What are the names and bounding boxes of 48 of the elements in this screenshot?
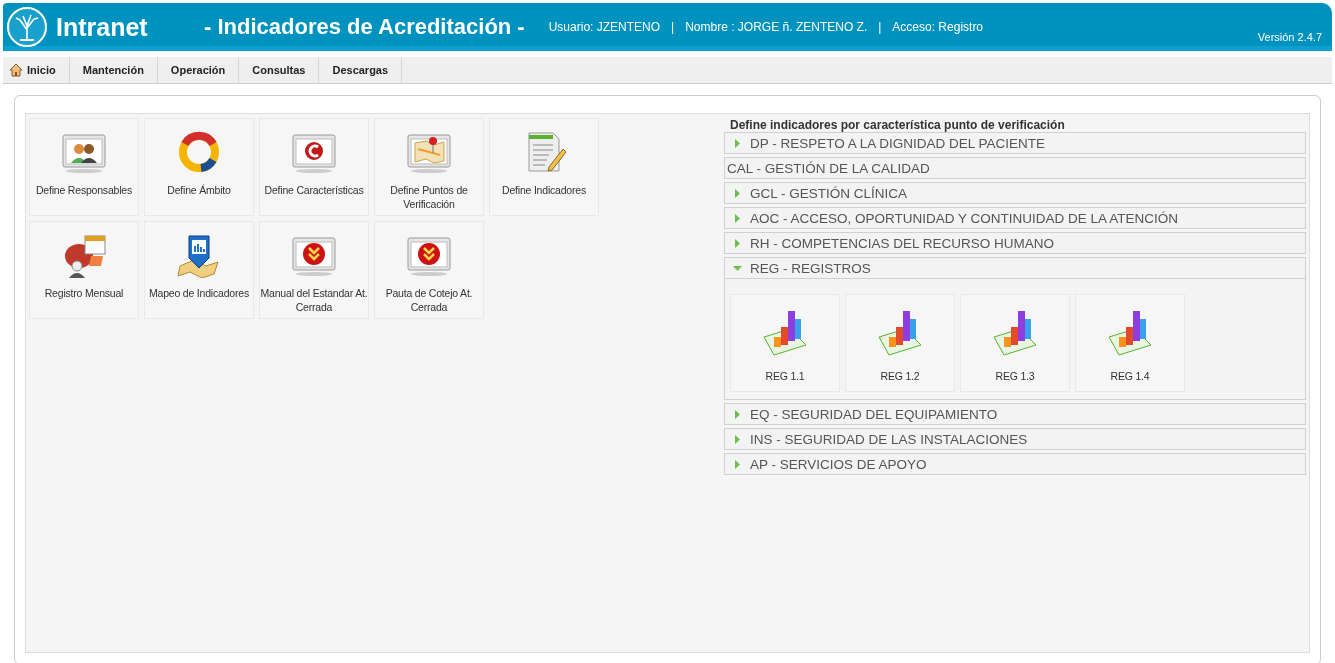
menu-tile[interactable]: Registro Mensual [29, 221, 139, 319]
menu-item[interactable]: Consultas [239, 57, 320, 83]
accordion-header[interactable]: AOC - ACCESO, OPORTUNIDAD Y CONTINUIDAD DE LA ATENCIÓN [724, 207, 1306, 229]
accordion-header[interactable]: RH - COMPETENCIAS DEL RECURSO HUMANO [724, 232, 1306, 254]
menu-item[interactable]: Operación [157, 57, 240, 83]
caret-down-icon [733, 263, 742, 273]
report-tile[interactable]: REG 1.3 [960, 294, 1070, 392]
caret-right-icon [733, 434, 742, 444]
tree-logo-icon [6, 6, 48, 48]
menu-tile[interactable]: Define Responsables [29, 118, 139, 216]
caret-right-icon [733, 459, 742, 469]
separator: | [878, 20, 882, 34]
menu-tile[interactable]: Define Puntos de Verificación [374, 118, 484, 216]
caret-right-icon [733, 138, 742, 148]
report-tile[interactable]: REG 1.4 [1075, 294, 1185, 392]
accordion-header[interactable]: AP - SERVICIOS DE APOYO [724, 453, 1306, 475]
menu-item[interactable]: Mantención [69, 57, 158, 83]
accordion-header[interactable]: INS - SEGURIDAD DE LAS INSTALACIONES [724, 428, 1306, 450]
separator: | [671, 20, 675, 34]
accordion-header[interactable]: DP - RESPETO A LA DIGNIDAD DEL PACIENTE [724, 132, 1306, 154]
menu-tile[interactable]: Mapeo de Indicadores [144, 221, 254, 319]
menu-tile[interactable]: Define Características [259, 118, 369, 216]
menu-tile[interactable]: Manual del Estandar At. Cerrada [259, 221, 369, 319]
caret-right-icon [733, 188, 742, 198]
caret-right-icon [733, 213, 742, 223]
menu-tile[interactable]: Define Ámbito [144, 118, 254, 216]
accordion-header[interactable]: GCL - GESTIÓN CLÍNICA [724, 182, 1306, 204]
caret-right-icon [733, 409, 742, 419]
user-info: Usuario: JZENTENO [548, 20, 661, 34]
report-tile[interactable]: REG 1.1 [730, 294, 840, 392]
accordion-header[interactable]: EQ - SEGURIDAD DEL EQUIPAMIENTO [724, 403, 1306, 425]
accordion-title: Define indicadores por característica punto de verificación [729, 118, 1066, 132]
caret-right-icon [733, 238, 742, 248]
version-label: Versión 2.4.7 [1257, 31, 1322, 43]
page-title: - Indicadores de Acreditación - [204, 14, 525, 40]
report-tile[interactable]: REG 1.2 [845, 294, 955, 392]
menu-item[interactable]: Inicio [3, 57, 70, 83]
logo-text: Intranet [56, 12, 148, 42]
access-info: Acceso: Registro [892, 20, 984, 34]
accordion-header[interactable]: REG - REGISTROS [724, 257, 1306, 279]
name-info: Nombre : JORGE ñ. ZENTENO Z. [685, 20, 868, 34]
map-pin-icon [176, 232, 222, 278]
menu-item[interactable]: Descargas [319, 57, 403, 83]
menu-tile[interactable]: Pauta de Cotejo At. Cerrada [374, 221, 484, 319]
people-ring-icon [176, 129, 222, 175]
home-icon [9, 63, 23, 77]
menu-tile[interactable]: Define Indicadores [489, 118, 599, 216]
accordion-header[interactable]: CAL - GESTIÓN DE LA CALIDAD [724, 157, 1306, 179]
